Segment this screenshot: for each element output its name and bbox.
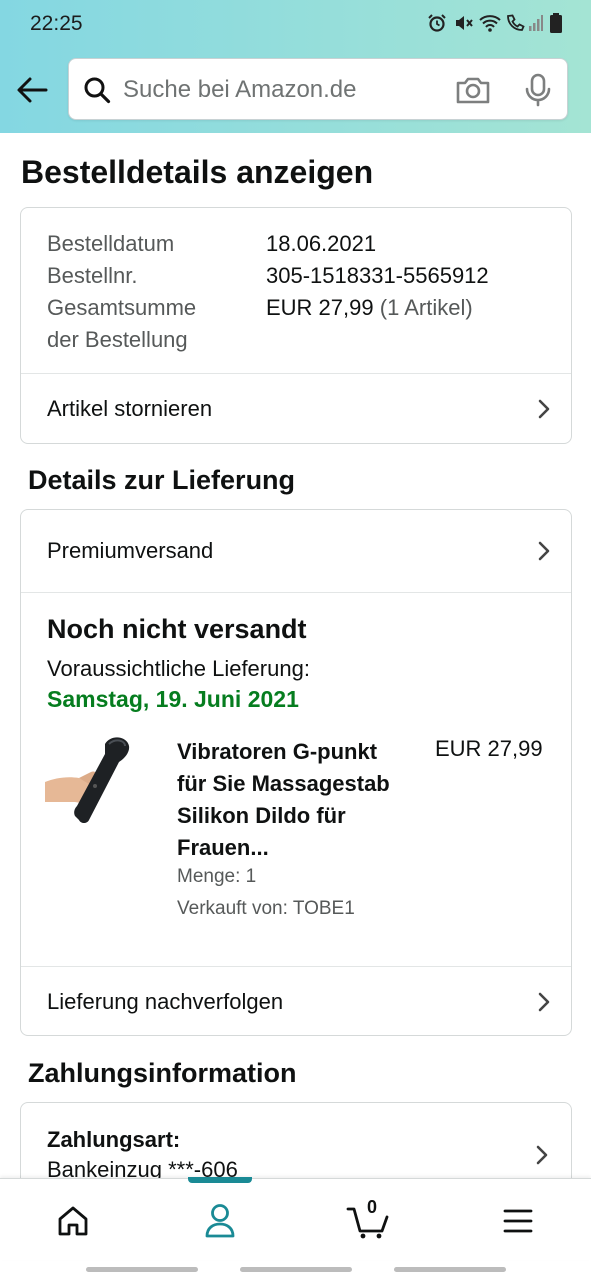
top-bar: 22:25 xyxy=(0,0,591,133)
mute-icon xyxy=(453,13,473,33)
order-total-label: Gesamtsumme der Bestellung xyxy=(47,292,266,356)
order-total-row: Gesamtsumme der Bestellung EUR 27,99 (1 … xyxy=(47,292,489,356)
chevron-right-icon xyxy=(535,540,553,562)
expected-delivery-date: Samstag, 19. Juni 2021 xyxy=(47,686,299,712)
shipment-status: Noch nicht versandt xyxy=(47,614,307,644)
product-price: EUR 27,99 xyxy=(435,736,543,761)
cart-count: 0 xyxy=(366,1197,377,1217)
status-time: 22:25 xyxy=(30,12,83,35)
cancel-items-label: Artikel stornieren xyxy=(47,396,213,421)
payment-type-label: Zahlungsart: xyxy=(47,1127,181,1152)
active-tab-indicator xyxy=(188,1177,252,1183)
nav-menu-button[interactable] xyxy=(497,1201,539,1241)
account-icon xyxy=(205,1204,235,1238)
order-number-row: Bestellnr. 305-1518331-5565912 xyxy=(47,260,489,292)
expected-delivery-label: Voraussichtliche Lieferung: xyxy=(47,656,310,681)
order-number-value: 305-1518331-5565912 xyxy=(266,263,489,288)
order-number-label: Bestellnr. xyxy=(47,263,138,288)
nav-cart-button[interactable]: 0 xyxy=(346,1197,392,1241)
order-summary-card: Bestelldatum 18.06.2021 Bestellnr. 305-1… xyxy=(20,207,572,444)
bottom-nav: 0 xyxy=(0,1177,591,1260)
order-date-row: Bestelldatum 18.06.2021 xyxy=(47,228,489,260)
delivery-heading: Details zur Lieferung xyxy=(28,465,296,495)
product-title-line: Silikon Dildo für xyxy=(177,803,346,828)
order-total-label-line1: Gesamtsumme xyxy=(47,295,197,320)
search-box[interactable] xyxy=(68,58,568,120)
product-seller: Verkauft von: TOBE1 xyxy=(177,898,355,919)
product-title-line: Frauen... xyxy=(177,835,269,860)
home-icon xyxy=(58,1206,88,1236)
chevron-right-icon xyxy=(535,991,553,1013)
search-input[interactable] xyxy=(123,73,443,107)
chevron-right-icon xyxy=(535,398,553,420)
gesture-bar xyxy=(240,1267,352,1272)
delivery-card: Premiumversand Noch nicht versandt Vorau… xyxy=(20,509,572,1036)
order-item-count: (1 Artikel) xyxy=(379,295,473,320)
product-image[interactable] xyxy=(45,732,145,832)
product-title-line: Vibratoren G-punkt xyxy=(177,739,378,764)
track-delivery-label: Lieferung nachverfolgen xyxy=(47,989,284,1014)
shipping-method-label: Premiumversand xyxy=(47,538,214,563)
camera-icon[interactable] xyxy=(455,75,491,105)
order-info: Bestelldatum 18.06.2021 Bestellnr. 305-1… xyxy=(47,228,489,356)
product-quantity: Menge: 1 xyxy=(177,866,257,887)
menu-icon xyxy=(503,1209,533,1233)
track-delivery-link[interactable]: Lieferung nachverfolgen xyxy=(21,966,571,1035)
gesture-bar xyxy=(394,1267,506,1272)
order-date-label: Bestelldatum xyxy=(47,231,175,256)
payment-heading: Zahlungsinformation xyxy=(28,1058,297,1088)
order-total-value: EUR 27,99 (1 Artikel) xyxy=(266,292,473,356)
status-bar: 22:25 xyxy=(0,0,591,50)
nav-account-button[interactable] xyxy=(199,1201,241,1241)
status-icons xyxy=(427,13,563,33)
order-total-label-line2: der Bestellung xyxy=(47,327,188,352)
gesture-bar xyxy=(86,1267,198,1272)
order-date-value: 18.06.2021 xyxy=(266,231,377,256)
order-total-amount: EUR 27,99 xyxy=(266,295,374,320)
divider xyxy=(21,592,571,593)
product-title[interactable]: Vibratoren G-punkt für Sie Massagestab S… xyxy=(177,736,417,864)
shipping-method-row[interactable]: Premiumversand xyxy=(21,510,571,592)
search-icon xyxy=(83,76,111,104)
back-arrow-icon[interactable] xyxy=(14,72,50,108)
alarm-icon xyxy=(427,13,447,33)
page-title: Bestelldetails anzeigen xyxy=(21,154,374,190)
chevron-right-icon xyxy=(533,1144,551,1166)
product-title-line: für Sie Massagestab xyxy=(177,771,390,796)
battery-icon xyxy=(549,13,563,33)
call-signal-icon xyxy=(505,13,543,33)
microphone-icon[interactable] xyxy=(523,73,553,107)
nav-home-button[interactable] xyxy=(52,1201,94,1241)
wifi-icon xyxy=(479,13,501,33)
cancel-items-link[interactable]: Artikel stornieren xyxy=(21,373,571,443)
